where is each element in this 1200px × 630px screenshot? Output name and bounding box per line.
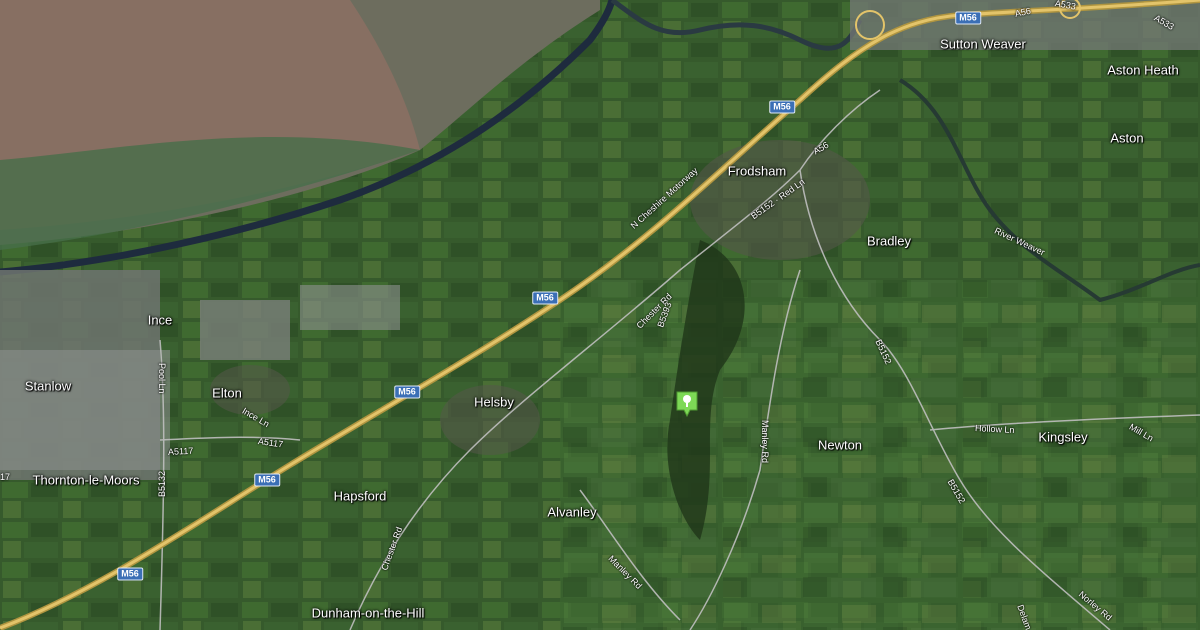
park-marker-icon[interactable] [675,390,699,418]
place-helsby[interactable]: Helsby [474,395,514,410]
road-label-17: 17 [0,472,11,482]
place-sutton-weaver[interactable]: Sutton Weaver [940,37,1026,52]
place-kingsley[interactable]: Kingsley [1038,430,1087,445]
place-alvanley[interactable]: Alvanley [547,505,596,520]
place-newton[interactable]: Newton [818,438,862,453]
place-dunham-on-the-hill[interactable]: Dunham-on-the-Hill [312,606,425,621]
shield-m56: M56 [769,100,795,114]
road-label-manley-rd-north: Manley Rd [760,420,770,464]
road-label-b5132: B5132 [157,470,167,497]
place-ince[interactable]: Ince [148,313,173,328]
place-stanlow[interactable]: Stanlow [25,379,71,394]
place-elton[interactable]: Elton [212,386,242,401]
place-aston-heath[interactable]: Aston Heath [1107,63,1179,78]
map-view[interactable]: Sutton Weaver Aston Heath Aston Frodsham… [0,0,1200,630]
road-label-pool-ln: Pool Ln [157,363,167,394]
place-hapsford[interactable]: Hapsford [334,489,387,504]
road-label-hollow-ln: Hollow Ln [974,423,1015,436]
place-frodsham[interactable]: Frodsham [728,164,787,179]
shield-m56: M56 [532,291,558,305]
shield-m56: M56 [254,473,280,487]
shield-m56: M56 [394,385,420,399]
shield-m56: M56 [117,567,143,581]
place-thornton-le-moors[interactable]: Thornton-le-Moors [33,473,140,488]
satellite-imagery [0,0,1200,630]
road-label-a5117-west: A5117 [167,445,194,457]
place-bradley[interactable]: Bradley [867,234,911,249]
shield-m56: M56 [955,11,981,25]
place-aston[interactable]: Aston [1110,131,1143,146]
